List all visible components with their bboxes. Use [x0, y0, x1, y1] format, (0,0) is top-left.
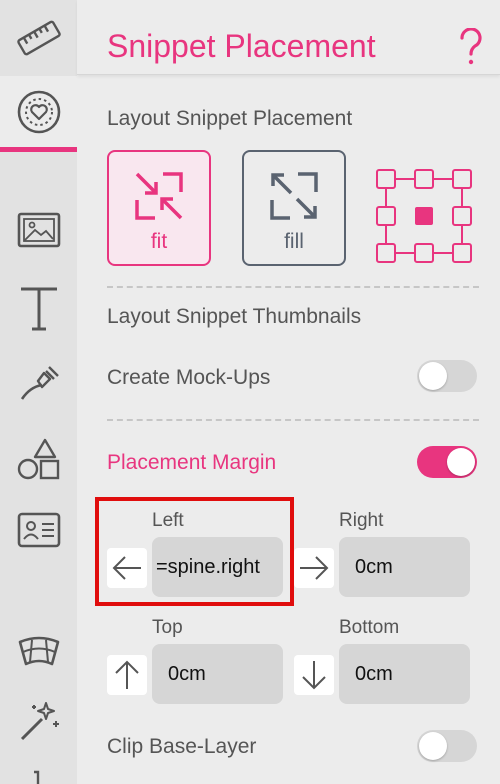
rail-item-text[interactable]	[0, 280, 77, 336]
rail-item-ruler[interactable]	[0, 10, 77, 66]
clip-base-layer-label: Clip Base-Layer	[107, 735, 257, 758]
text-icon	[20, 287, 57, 331]
rail-item-snippet[interactable]	[0, 84, 77, 140]
arrow-down-icon	[302, 661, 326, 690]
divider	[107, 419, 479, 421]
toggle-knob	[419, 732, 447, 760]
rail-item-magic[interactable]	[0, 694, 77, 750]
rail-item-panorama[interactable]	[0, 622, 77, 678]
fit-label: fit	[150, 230, 168, 253]
rail-item-pen[interactable]	[0, 356, 77, 412]
top-margin-input[interactable]: 0cm	[152, 644, 283, 704]
create-mockups-toggle[interactable]	[417, 360, 477, 392]
help-button[interactable]	[457, 27, 485, 71]
divider	[107, 286, 479, 288]
arrow-right-icon	[300, 556, 329, 580]
ruler-icon	[16, 20, 61, 56]
highlight-box	[95, 497, 294, 606]
create-mockups-label: Create Mock-Ups	[107, 366, 271, 389]
help-icon	[460, 27, 482, 65]
bottom-margin-label: Bottom	[339, 617, 400, 638]
page-title: Snippet Placement	[107, 28, 376, 64]
down-arrow-button[interactable]	[294, 655, 334, 695]
panel-header: Snippet Placement	[77, 0, 500, 75]
id-card-icon	[17, 512, 60, 548]
fill-button[interactable]: fill	[242, 150, 346, 266]
layout-placement-label: Layout Snippet Placement	[107, 107, 353, 130]
partial-icon	[33, 770, 39, 784]
arrow-up-icon	[115, 660, 139, 689]
top-margin-label: Top	[152, 617, 183, 638]
fit-icon	[135, 172, 183, 220]
rail-item-image[interactable]	[0, 202, 77, 258]
rail-active-indicator	[0, 147, 77, 152]
anchor-grid-icon[interactable]	[375, 168, 473, 264]
right-arrow-button[interactable]	[294, 548, 334, 588]
fill-icon	[270, 172, 318, 220]
magic-wand-icon	[20, 702, 59, 741]
pen-tool-icon	[20, 366, 59, 400]
toggle-knob	[419, 362, 447, 390]
placement-margin-label: Placement Margin	[107, 451, 277, 474]
fill-label: fill	[284, 230, 304, 253]
snippet-placement-panel: Snippet Placement Layout Snippet Placeme…	[77, 0, 500, 784]
heart-badge-icon	[17, 90, 60, 134]
tool-rail	[0, 0, 77, 784]
toggle-knob	[447, 448, 475, 476]
clip-base-layer-toggle[interactable]	[417, 730, 477, 762]
rail-item-card[interactable]	[0, 502, 77, 558]
rail-item-more[interactable]	[0, 768, 77, 784]
image-icon	[17, 212, 60, 248]
placement-margin-toggle[interactable]	[417, 446, 477, 478]
rail-item-shapes[interactable]	[0, 432, 77, 488]
right-margin-input[interactable]: 0cm	[339, 537, 470, 597]
layout-thumbnails-label: Layout Snippet Thumbnails	[107, 305, 362, 328]
panorama-icon	[18, 636, 59, 666]
fit-button[interactable]: fit	[107, 150, 211, 266]
shapes-icon	[17, 438, 59, 480]
right-margin-label: Right	[339, 510, 384, 531]
bottom-margin-input[interactable]: 0cm	[339, 644, 470, 704]
up-arrow-button[interactable]	[107, 655, 147, 695]
